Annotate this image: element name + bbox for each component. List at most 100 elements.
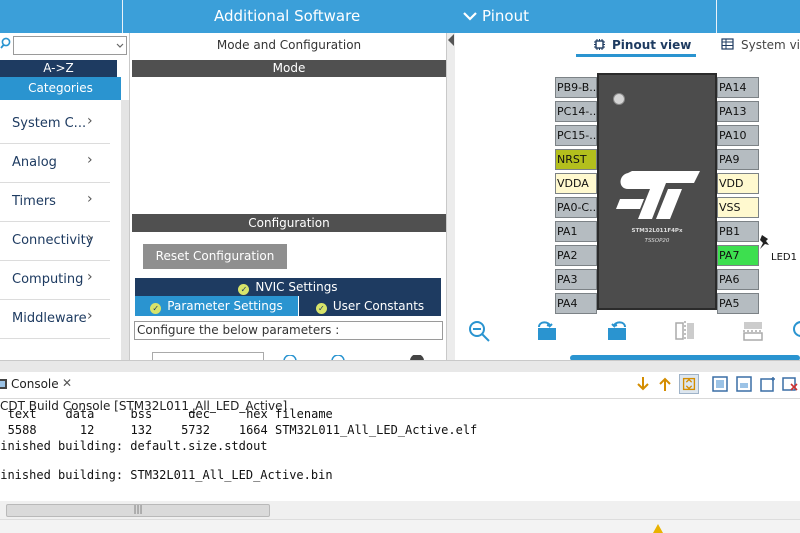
pin-pa9[interactable]: PA9 — [717, 149, 759, 170]
tab-pinout[interactable]: Pinout — [463, 7, 529, 25]
pin-pb1[interactable]: PB1 — [717, 221, 759, 242]
horizontal-splitter[interactable] — [0, 360, 800, 372]
tab-user-constants[interactable]: ✓ User Constants — [299, 296, 441, 316]
pin-pa13[interactable]: PA13 — [717, 101, 759, 122]
search-input[interactable] — [13, 36, 127, 55]
pin-console-icon[interactable] — [710, 374, 730, 394]
tab-label: Parameter Settings — [167, 299, 283, 313]
app-window: Additional Software Pinout A->Z Categori… — [0, 0, 800, 533]
pin-pa5[interactable]: PA5 — [717, 293, 759, 314]
chip-icon — [594, 39, 605, 50]
scroll-lock-icon[interactable] — [679, 374, 699, 394]
flip-vertical-icon[interactable] — [673, 319, 697, 343]
pin-pa7[interactable]: PA7 — [717, 245, 759, 266]
pin-pa6[interactable]: PA6 — [717, 269, 759, 290]
search-icon[interactable] — [0, 37, 12, 49]
pin-nrst[interactable]: NRST — [555, 149, 597, 170]
categories-tab[interactable]: Categories — [0, 77, 121, 100]
pin-pc14[interactable]: PC14-... — [555, 101, 597, 122]
category-label: Timers — [12, 194, 56, 209]
configure-parameters-label: Configure the below parameters : — [134, 321, 443, 340]
tab-pinout-view[interactable]: Pinout view — [612, 38, 691, 52]
zoom-in-icon[interactable] — [791, 319, 800, 343]
panel-title: Mode and Configuration — [216, 38, 362, 52]
console-line: Finished building: STM32L011_All_LED_Act… — [0, 468, 333, 482]
clear-console-icon[interactable] — [780, 374, 800, 394]
mode-header: Mode — [132, 60, 446, 77]
close-icon[interactable]: ✕ — [62, 376, 72, 390]
pin-pb9-b[interactable]: PB9-B... — [555, 77, 597, 98]
open-console-icon[interactable] — [758, 374, 778, 394]
parameter-search-field[interactable] — [152, 352, 264, 360]
pin1-marker — [613, 93, 625, 105]
tab-label: User Constants — [332, 299, 425, 313]
pin-vss[interactable]: VSS — [717, 197, 759, 218]
configuration-header: Configuration — [132, 214, 446, 232]
chevron-right-icon: › — [87, 269, 93, 285]
category-middleware[interactable]: Middleware › — [0, 300, 110, 339]
category-computing[interactable]: Computing › — [0, 261, 110, 300]
pin-user-label: LED1 — [771, 252, 797, 263]
chevron-right-icon: › — [87, 113, 93, 129]
st-logo-icon — [616, 171, 700, 219]
chip-package-label: TSSOP20 — [644, 238, 670, 244]
category-panel: A->Z Categories System C... › Analog › T… — [0, 33, 129, 360]
pin-vdd[interactable]: VDD — [717, 173, 759, 194]
pin-pa1[interactable]: PA1 — [555, 221, 597, 242]
display-console-icon[interactable] — [734, 374, 754, 394]
status-bar — [0, 519, 800, 533]
category-label: Analog — [12, 155, 57, 170]
rotate-left-icon[interactable] — [605, 319, 629, 343]
zoom-out-icon[interactable] — [467, 319, 491, 343]
tab-additional-software[interactable]: Additional Software — [214, 7, 360, 25]
tab-nvic-settings[interactable]: ✓ NVIC Settings — [135, 278, 441, 296]
check-icon: ✓ — [315, 303, 327, 314]
table-icon — [721, 38, 734, 50]
category-label: System C... — [12, 116, 87, 131]
category-timers[interactable]: Timers › — [0, 183, 110, 222]
console-icon — [0, 379, 7, 389]
console-horizontal-scrollbar[interactable]: ||| — [0, 501, 800, 519]
check-icon: ✓ — [238, 284, 250, 295]
console-line: Finished building: default.size.stdout — [0, 439, 268, 453]
reset-configuration-button[interactable]: Reset Configuration — [143, 244, 287, 269]
console-output: text data bss dec hex filename 5588 12 1… — [0, 407, 800, 498]
category-scrollbar[interactable] — [121, 100, 129, 360]
tab-separator — [716, 0, 717, 33]
pin-pa2[interactable]: PA2 — [555, 245, 597, 266]
panel-splitter[interactable] — [447, 33, 455, 360]
pin-pa14[interactable]: PA14 — [717, 77, 759, 98]
category-connectivity[interactable]: Connectivity › — [0, 222, 110, 261]
category-label: Connectivity — [12, 233, 94, 248]
pin-pa10[interactable]: PA10 — [717, 125, 759, 146]
scroll-up-icon[interactable] — [655, 374, 675, 394]
tab-label: NVIC Settings — [255, 280, 338, 294]
console-tab-bar: Console ✕ — [0, 372, 800, 399]
check-icon: ✓ — [150, 303, 162, 314]
tab-parameter-settings[interactable]: ✓ Parameter Settings — [135, 296, 298, 316]
rotate-right-icon[interactable] — [535, 319, 559, 343]
sort-az-button[interactable]: A->Z — [0, 60, 117, 77]
chip-name-label: STM32L011F4Px — [631, 228, 683, 234]
category-system-core[interactable]: System C... › — [0, 105, 110, 144]
pin-pa3[interactable]: PA3 — [555, 269, 597, 290]
pin-pa4[interactable]: PA4 — [555, 293, 597, 314]
chevron-right-icon: › — [87, 152, 93, 168]
tab-separator — [122, 0, 123, 33]
tab-system-view[interactable]: System vi — [741, 38, 800, 52]
tab-pinout-label: Pinout — [482, 7, 529, 25]
collapse-left-icon[interactable] — [447, 33, 455, 47]
pin-vdda[interactable]: VDDA — [555, 173, 597, 194]
tab-console[interactable]: Console — [11, 377, 59, 391]
scrollbar-thumb[interactable]: ||| — [6, 504, 270, 517]
scroll-down-icon[interactable] — [633, 374, 653, 394]
category-analog[interactable]: Analog › — [0, 144, 110, 183]
chevron-down-icon[interactable] — [116, 43, 124, 49]
mode-config-panel: Mode and Configuration Mode Configuratio… — [129, 33, 447, 361]
pin-pa0-c[interactable]: PA0-C... — [555, 197, 597, 218]
category-label: Middleware — [12, 311, 87, 326]
status-icon — [653, 524, 663, 533]
top-tab-bar: Additional Software Pinout — [0, 0, 800, 33]
pin-pc15[interactable]: PC15-... — [555, 125, 597, 146]
flip-horizontal-icon[interactable] — [741, 319, 765, 343]
